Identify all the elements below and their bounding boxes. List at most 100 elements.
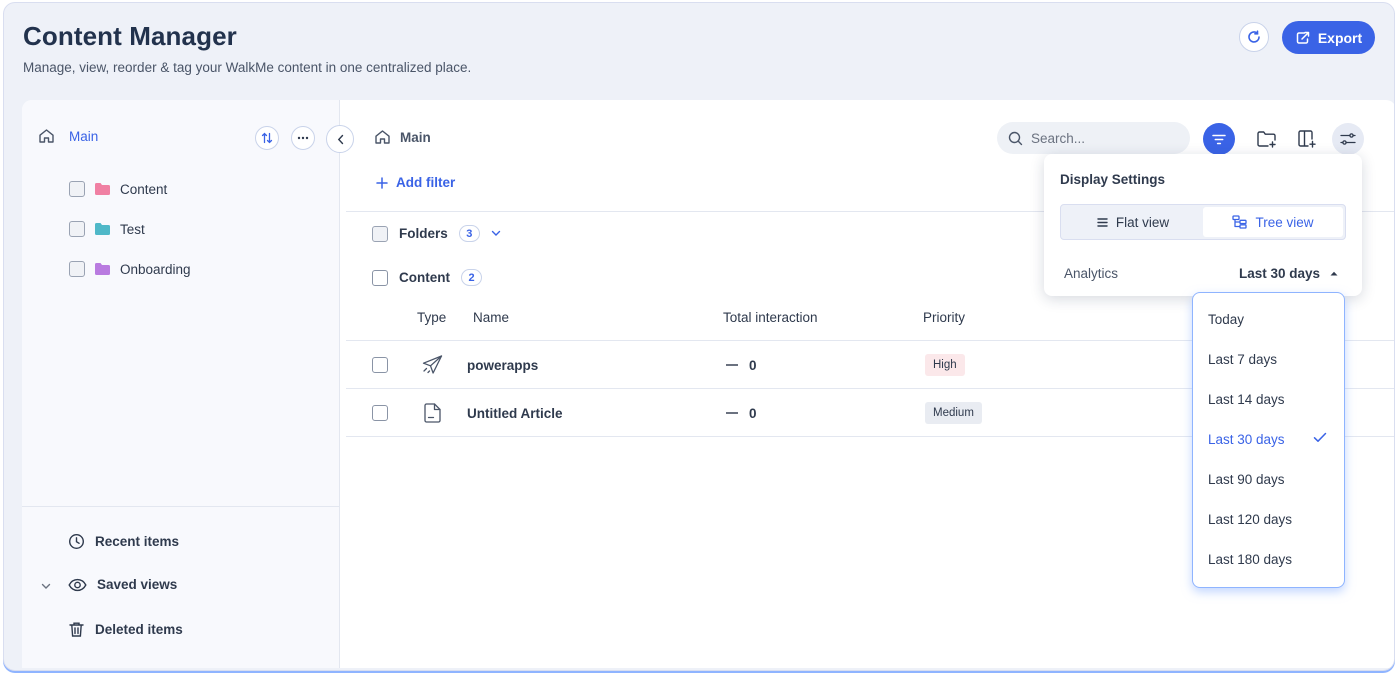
content-count-badge: 2 — [461, 269, 482, 286]
chevron-left-icon — [337, 134, 343, 144]
range-option-today[interactable]: Today — [1193, 299, 1344, 339]
more-options-button[interactable] — [291, 126, 315, 150]
sidebar-item-label: Onboarding — [120, 261, 191, 277]
folder-checkbox[interactable] — [69, 181, 85, 197]
check-icon — [1313, 432, 1327, 442]
saved-views-label: Saved views — [97, 577, 178, 592]
row-checkbox[interactable] — [372, 405, 388, 421]
sidebar-root-main[interactable]: Main — [38, 128, 98, 144]
saved-views-link[interactable]: Saved views — [68, 577, 177, 592]
range-option-last-180-days[interactable]: Last 180 days — [1193, 539, 1344, 579]
export-label: Export — [1317, 29, 1363, 46]
page-subtitle: Manage, view, reorder & tag your WalkMe … — [23, 60, 472, 75]
range-option-last-14-days[interactable]: Last 14 days — [1193, 379, 1344, 419]
add-content-button[interactable] — [1291, 123, 1323, 155]
flat-view-button[interactable]: Flat view — [1063, 207, 1203, 237]
view-mode-toggle: Flat view Tree view — [1060, 204, 1346, 240]
search-icon — [1008, 131, 1023, 145]
breadcrumb-label: Main — [400, 129, 431, 145]
folders-checkbox[interactable] — [372, 225, 388, 242]
trend-flat-icon — [726, 364, 738, 366]
range-option-last-30-days[interactable]: Last 30 days — [1193, 419, 1344, 459]
analytics-range-value: Last 30 days — [1238, 266, 1320, 281]
content-group-header[interactable]: Content 2 — [372, 269, 482, 286]
caret-up-icon — [1330, 271, 1338, 276]
list-icon — [1097, 217, 1108, 227]
trend-flat-icon — [726, 412, 738, 414]
add-filter-label: Add filter — [396, 175, 456, 190]
deleted-items-label: Deleted items — [95, 622, 183, 637]
sidebar-item-test[interactable]: Test — [69, 219, 145, 239]
sidebar-item-content[interactable]: Content — [69, 179, 167, 199]
chevron-down-icon[interactable] — [491, 230, 501, 237]
row-name[interactable]: Untitled Article — [467, 389, 563, 437]
display-settings-title: Display Settings — [1060, 172, 1166, 187]
display-settings-popover: Display Settings Flat view Tree view Ana… — [1044, 154, 1362, 296]
row-interaction-value: 0 — [749, 405, 757, 421]
column-header-priority[interactable]: Priority — [923, 310, 965, 325]
sidebar-item-label: Content — [120, 181, 168, 197]
display-settings-button[interactable] — [1332, 123, 1364, 155]
recent-items-label: Recent items — [95, 534, 180, 549]
folders-group-header[interactable]: Folders 3 — [372, 225, 501, 242]
row-checkbox[interactable] — [372, 357, 388, 373]
refresh-icon — [1248, 30, 1260, 43]
sort-button[interactable] — [255, 126, 279, 150]
app-window: Content Manager Manage, view, reorder & … — [3, 2, 1395, 671]
filter-button[interactable] — [1203, 123, 1235, 155]
range-option-last-7-days[interactable]: Last 7 days — [1193, 339, 1344, 379]
sidebar-item-onboarding[interactable]: Onboarding — [69, 259, 191, 279]
folder-icon — [95, 223, 110, 235]
tree-view-label: Tree view — [1255, 214, 1314, 230]
row-total-interaction: 0 — [726, 341, 757, 389]
sidebar-bottom-links: Recent items Saved views Deleted items — [22, 506, 339, 668]
sliders-icon — [1340, 133, 1356, 145]
content-checkbox[interactable] — [372, 269, 388, 286]
sidebar-item-label: Test — [120, 221, 145, 237]
flat-view-label: Flat view — [1115, 214, 1170, 230]
plus-icon — [376, 176, 388, 189]
folder-checkbox[interactable] — [69, 221, 85, 237]
row-total-interaction: 0 — [726, 389, 757, 437]
recent-items-link[interactable]: Recent items — [68, 533, 179, 550]
search-box[interactable] — [997, 122, 1190, 154]
add-filter-button[interactable]: Add filter — [376, 175, 455, 190]
tree-view-button[interactable]: Tree view — [1203, 207, 1343, 237]
search-input[interactable] — [1031, 130, 1171, 146]
row-interaction-value: 0 — [749, 357, 757, 373]
collapse-sidebar-button[interactable] — [326, 125, 354, 153]
trash-icon — [69, 622, 84, 637]
tree-view-icon — [1232, 215, 1248, 229]
folder-icon — [95, 183, 110, 195]
folder-sidebar: Main Content Test Onboarding Recent item… — [22, 100, 340, 668]
more-horizontal-icon — [297, 136, 309, 140]
analytics-label: Analytics — [1064, 266, 1119, 281]
page-title: Content Manager — [23, 21, 237, 51]
range-option-label: Last 30 days — [1208, 431, 1285, 447]
priority-badge: Medium — [925, 402, 982, 424]
deleted-items-link[interactable]: Deleted items — [68, 621, 183, 638]
folder-checkbox[interactable] — [69, 261, 85, 277]
analytics-range-select[interactable]: Last 30 days — [1239, 266, 1338, 281]
export-button[interactable]: Export — [1282, 21, 1375, 54]
range-option-last-90-days[interactable]: Last 90 days — [1193, 459, 1344, 499]
refresh-button[interactable] — [1239, 22, 1269, 52]
priority-badge: High — [925, 354, 965, 376]
chevron-down-icon[interactable] — [41, 583, 51, 590]
analytics-range-dropdown: Today Last 7 days Last 14 days Last 30 d… — [1192, 292, 1345, 588]
range-option-last-120-days[interactable]: Last 120 days — [1193, 499, 1344, 539]
breadcrumb[interactable]: Main — [374, 129, 431, 145]
column-header-type[interactable]: Type — [417, 310, 446, 325]
article-icon — [424, 403, 441, 423]
eye-icon — [68, 578, 87, 591]
filter-icon — [1212, 134, 1226, 144]
row-name[interactable]: powerapps — [467, 341, 538, 389]
home-icon — [375, 130, 390, 144]
column-header-total-interaction[interactable]: Total interaction — [723, 310, 818, 325]
home-icon — [39, 129, 54, 143]
column-header-name[interactable]: Name — [473, 310, 509, 325]
sort-icon — [261, 132, 273, 144]
clock-icon — [68, 533, 85, 550]
new-folder-button[interactable] — [1251, 123, 1283, 155]
folders-group-label: Folders — [399, 226, 448, 241]
